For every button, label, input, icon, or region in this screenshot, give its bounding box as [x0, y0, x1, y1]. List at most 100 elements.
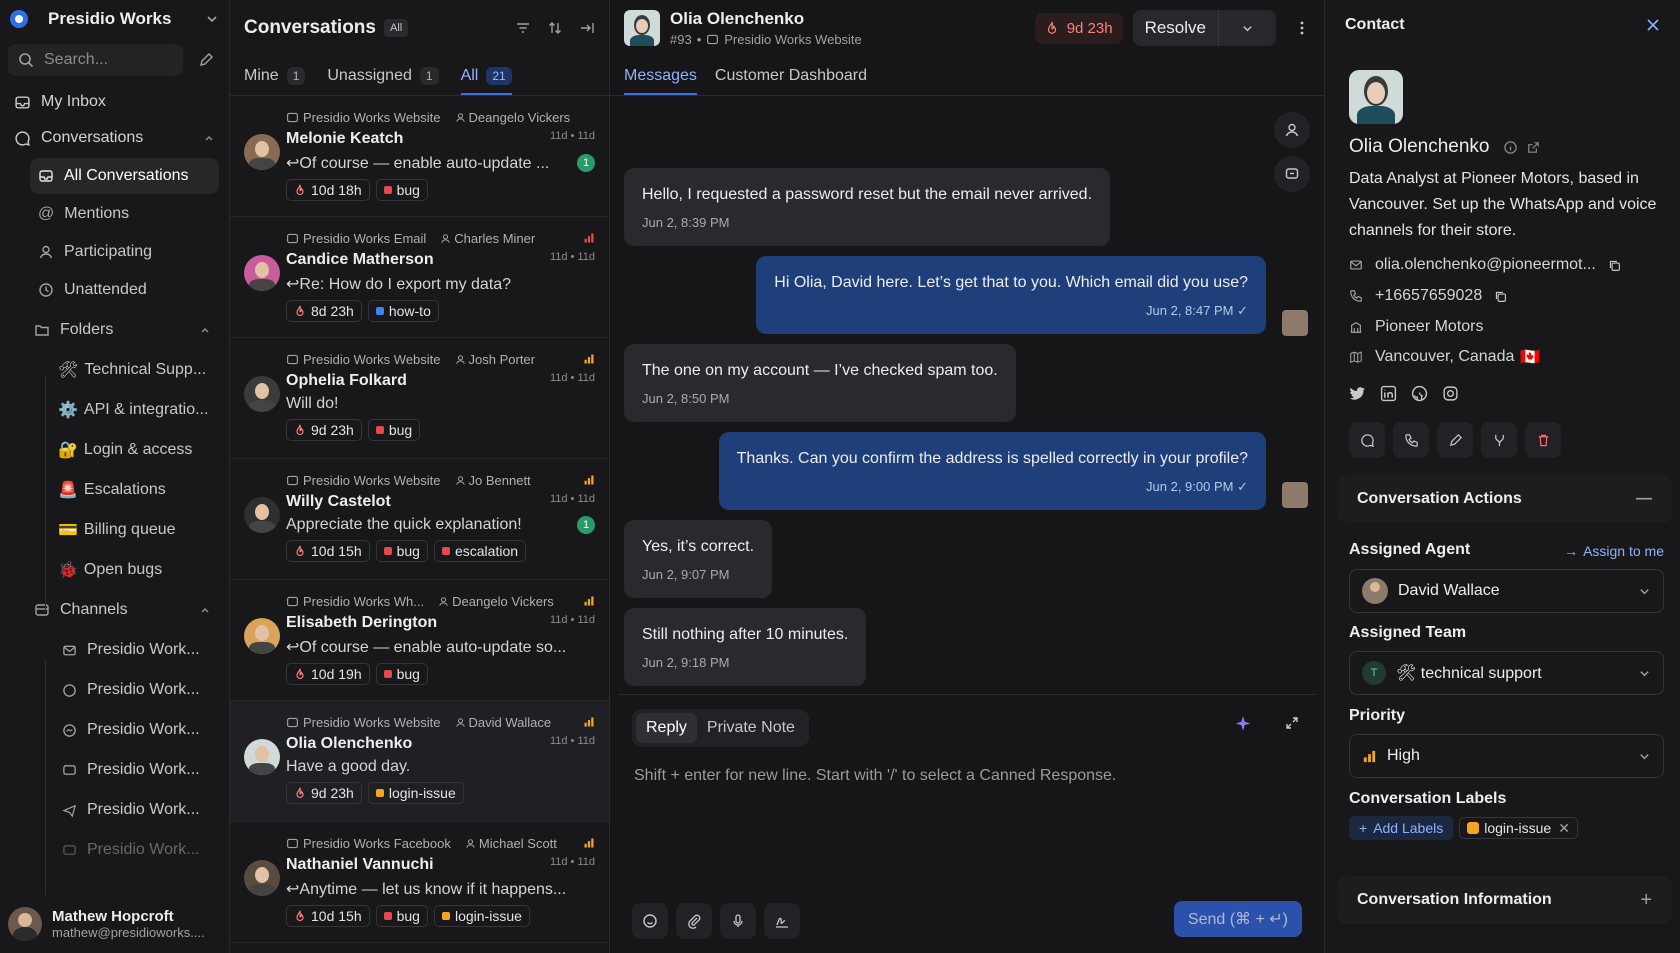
emoji-button[interactable]: [632, 903, 668, 939]
conversation-actions-section[interactable]: Conversation Actions —: [1337, 475, 1672, 523]
compose-button[interactable]: [191, 45, 221, 75]
brand-name: Presidio Works: [48, 9, 172, 28]
conversation-row[interactable]: Presidio Works Email Charles Miner Candi…: [230, 217, 609, 338]
sort-icon[interactable]: [547, 20, 563, 36]
remove-label-icon[interactable]: ✕: [1558, 820, 1570, 837]
brand-switcher[interactable]: Presidio Works: [0, 0, 229, 38]
edit-contact-button[interactable]: [1437, 422, 1473, 458]
twitter-icon[interactable]: [1349, 385, 1366, 402]
assigned-team-select[interactable]: T 🛠 technical support: [1349, 651, 1664, 695]
send-button[interactable]: Send (⌘ + ↵): [1173, 901, 1302, 937]
conversation-agent-name: Deangelo Vickers: [452, 593, 554, 609]
label-chip: login-issue: [433, 905, 530, 927]
instagram-icon[interactable]: [1442, 385, 1459, 402]
tab-count: 1: [419, 67, 439, 85]
folder-item[interactable]: 🔐 Login & access: [0, 430, 229, 470]
folder-item[interactable]: 💳 Billing queue: [0, 510, 229, 550]
chevron-up-icon[interactable]: [203, 132, 215, 144]
sidebar-item-mentions[interactable]: @ Mentions: [30, 196, 219, 232]
assign-to-me-label: Assign to me: [1583, 543, 1664, 559]
conversation-time: 11d • 11d: [549, 856, 595, 868]
copy-icon[interactable]: [1494, 290, 1507, 303]
attach-button[interactable]: [676, 903, 712, 939]
conversation-information-section[interactable]: Conversation Information +: [1337, 876, 1672, 924]
folder-icon: [34, 322, 50, 338]
label-chip: escalation: [433, 540, 527, 562]
nav-conversations[interactable]: Conversations: [0, 120, 229, 156]
tab-all[interactable]: All 21: [460, 67, 512, 95]
label-chip-text: how-to: [388, 303, 431, 319]
conversation-row[interactable]: Presidio Works Website Jo Bennett Willy …: [230, 459, 609, 580]
nav-conversations-label: Conversations: [41, 129, 144, 146]
label-chip-text: bug: [396, 543, 420, 559]
tab-customer-dashboard[interactable]: Customer Dashboard: [715, 67, 867, 95]
conversation-row[interactable]: Presidio Works Website Josh Porter Ophel…: [230, 338, 609, 459]
label-color-swatch: [383, 547, 392, 555]
reply-input[interactable]: Shift + enter for new line. Start with '…: [634, 767, 1116, 785]
resolve-button[interactable]: Resolve: [1132, 10, 1276, 46]
collapse-panel-icon[interactable]: [579, 20, 595, 36]
conversation-row[interactable]: Presidio Works Facebook Michael Scott Na…: [230, 822, 609, 943]
voice-button[interactable]: [720, 903, 756, 939]
call-button[interactable]: [1393, 422, 1429, 458]
info-icon[interactable]: [1503, 140, 1518, 155]
folder-item[interactable]: 🐞 Open bugs: [0, 550, 229, 590]
contact-phone[interactable]: +16657659028: [1375, 287, 1482, 305]
sla-value: 10d 15h: [311, 908, 362, 924]
status-filter-chip[interactable]: All: [383, 19, 409, 37]
folder-item[interactable]: 🛠 Technical Supp...: [0, 350, 229, 390]
search-input[interactable]: Search...: [8, 44, 183, 76]
resolve-menu-toggle[interactable]: [1218, 10, 1276, 46]
channel-item[interactable]: Presidio Work...: [0, 790, 229, 830]
current-user[interactable]: Mathew Hopcroft mathew@presidioworks....: [0, 895, 229, 953]
sidebar-section-folders[interactable]: Folders: [26, 312, 219, 348]
assign-to-me-link[interactable]: → Assign to me: [1564, 543, 1664, 559]
delete-contact-button[interactable]: [1525, 422, 1561, 458]
copy-icon[interactable]: [1608, 259, 1621, 272]
sidebar-item-participating[interactable]: Participating: [30, 234, 219, 270]
private-note-mode-button[interactable]: Private Note: [697, 713, 805, 743]
folder-item[interactable]: ⚙️ API & integratio...: [0, 390, 229, 430]
reply-mode-button[interactable]: Reply: [636, 713, 697, 743]
expand-icon[interactable]: [1284, 715, 1300, 731]
sidebar-item-all-conversations[interactable]: All Conversations: [30, 158, 219, 194]
tab-unassigned[interactable]: Unassigned 1: [327, 67, 439, 95]
tab-messages[interactable]: Messages: [624, 67, 697, 95]
conversation-preview: Have a good day.: [286, 758, 411, 775]
label-chip-text: bug: [396, 182, 420, 198]
conversation-agent-name: Deangelo Vickers: [468, 109, 571, 125]
folder-item[interactable]: 🚨 Escalations: [0, 470, 229, 510]
github-icon[interactable]: [1411, 385, 1428, 402]
contact-email[interactable]: olia.olenchenko@pioneermot...: [1375, 256, 1596, 274]
signature-button[interactable]: [764, 903, 800, 939]
more-options-icon[interactable]: [1294, 20, 1310, 36]
channel-item[interactable]: Presidio Work...: [0, 710, 229, 750]
channel-item[interactable]: Presidio Work...: [0, 670, 229, 710]
nav-my-inbox[interactable]: My Inbox: [0, 84, 229, 120]
inbox-icon: [286, 353, 299, 366]
conversation-row[interactable]: Presidio Works Website David Wallace Oli…: [230, 701, 609, 822]
add-labels-button[interactable]: + Add Labels: [1349, 816, 1454, 840]
assigned-agent-select[interactable]: David Wallace: [1349, 569, 1664, 613]
conversation-row[interactable]: Presidio Works Wh... Deangelo Vickers El…: [230, 580, 609, 701]
sparkle-icon[interactable]: [1234, 715, 1252, 733]
user-name: Mathew Hopcroft: [52, 908, 174, 925]
sidebar-item-unattended[interactable]: Unattended: [30, 272, 219, 308]
sidebar-section-channels[interactable]: Channels: [26, 592, 219, 628]
external-link-icon[interactable]: [1526, 140, 1541, 155]
linkedin-icon[interactable]: [1380, 385, 1397, 402]
priority-select[interactable]: High: [1349, 734, 1664, 778]
channel-item-website[interactable]: Presidio Work...: [0, 630, 229, 670]
tab-mine[interactable]: Mine 1: [244, 67, 306, 95]
label-chip: bug: [375, 663, 428, 685]
sla-chip: 10d 15h: [286, 905, 370, 927]
label-chip: login-issue ✕: [1459, 817, 1578, 839]
channel-item[interactable]: Presidio Work...: [0, 830, 229, 870]
new-message-button[interactable]: [1349, 422, 1385, 458]
unread-badge: 1: [577, 154, 595, 172]
conversation-row[interactable]: Presidio Works Website Deangelo Vickers …: [230, 96, 609, 217]
filter-icon[interactable]: [515, 20, 531, 36]
channel-item[interactable]: Presidio Work...: [0, 750, 229, 790]
close-icon[interactable]: [1646, 18, 1660, 32]
merge-contact-button[interactable]: [1481, 422, 1517, 458]
